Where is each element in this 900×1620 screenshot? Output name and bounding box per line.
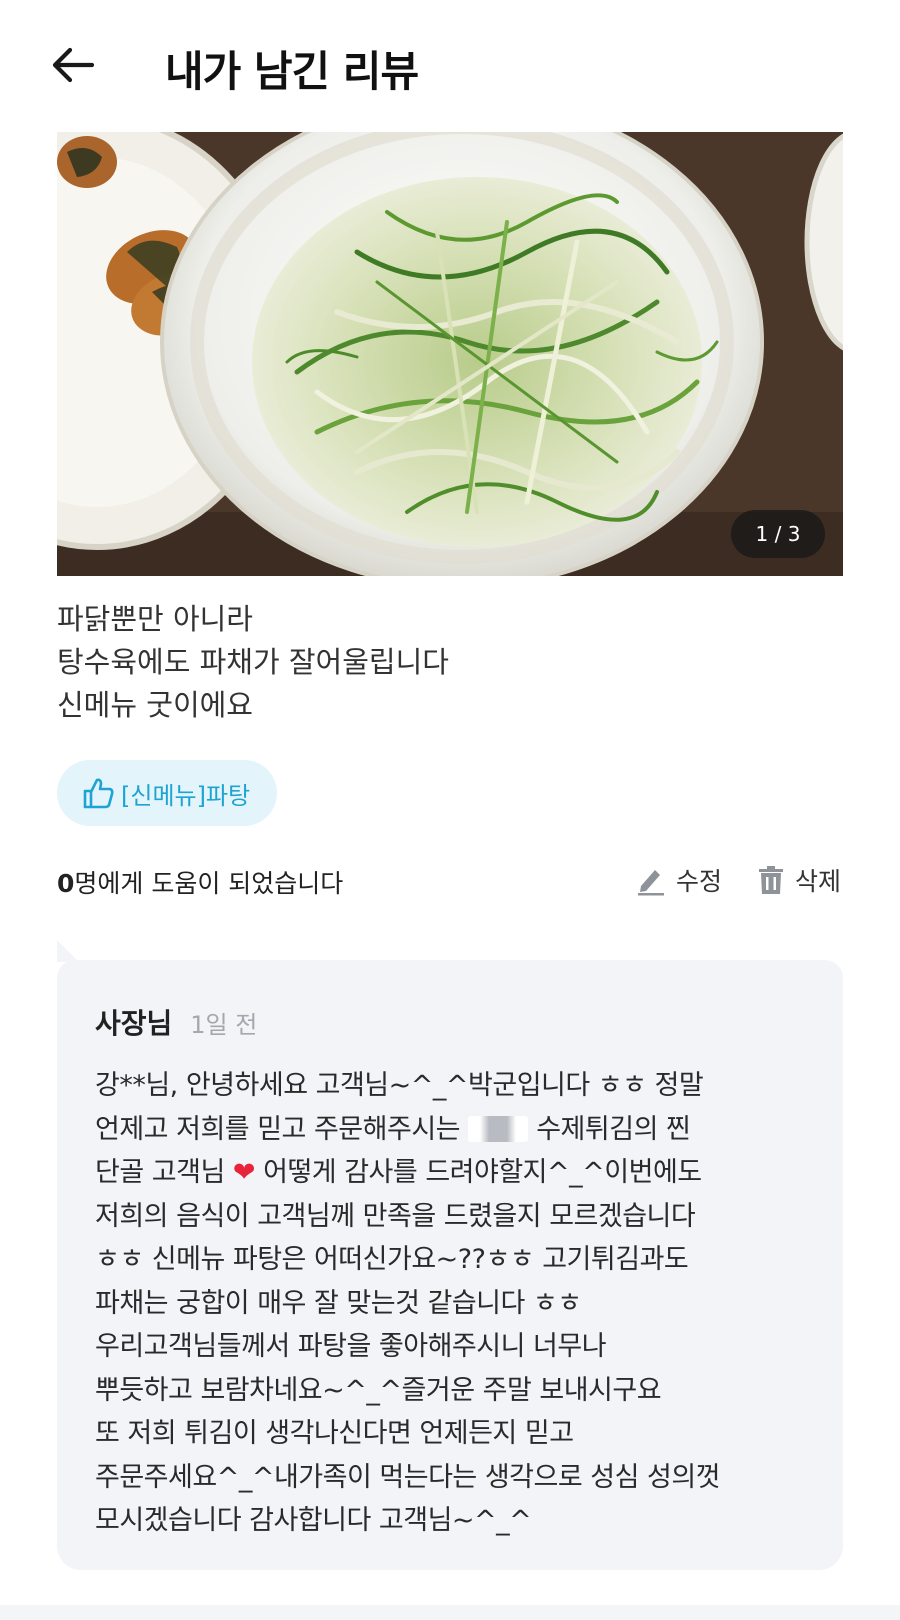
reply-line: 언제고 저희를 믿고 주문해주시는 수제튀김의 찐: [95, 1108, 807, 1152]
menu-chip-label: [신메뉴]파탕: [121, 781, 251, 810]
review-line: 파닭뿐만 아니라: [57, 602, 253, 636]
thumbs-up-icon: [83, 778, 114, 809]
review-photo[interactable]: 1 / 3: [57, 132, 843, 576]
reply-author: 사장님: [95, 1007, 173, 1040]
heart-icon: ❤: [232, 1157, 256, 1188]
reply-line: 주문주세요^_^내가족이 먹는다는 생각으로 성심 성의껏: [95, 1461, 721, 1493]
reply-line-part: 언제고 저희를 믿고 주문해주시는: [95, 1113, 461, 1145]
reply-header: 사장님 1일 전: [95, 1002, 807, 1042]
header: 내가 남긴 리뷰: [0, 0, 900, 130]
bottom-edge: [0, 1605, 900, 1620]
reply-bubble-tail: [57, 940, 79, 962]
reply-line-part: 어떻게 감사를 드려야할지^_^이번에도: [263, 1157, 702, 1188]
arrow-left-icon: [52, 47, 94, 83]
reply-line: 모시겠습니다 감사합니다 고객님~^_^: [95, 1505, 532, 1536]
reply-line: ㅎㅎ 신메뉴 파탕은 어떠신가요~??ㅎㅎ 고기튀김과도: [95, 1244, 689, 1275]
helpful-label: 명에게 도움이 되었습니다: [74, 869, 344, 898]
reply-line: 뿌듯하고 보람차네요~^_^즐거운 주말 보내시구요: [95, 1374, 662, 1406]
review-detail-screen: 내가 남긴 리뷰 1 / 3 파닭뿐만 아니라 탕수육에도 파채가 잘어울립니다…: [0, 0, 900, 1620]
food-photo-image: [57, 132, 843, 576]
menu-recommend-chip[interactable]: [신메뉴]파탕: [57, 760, 277, 826]
reply-line-part: 수제튀김의 찐: [536, 1113, 691, 1145]
review-text: 파닭뿐만 아니라 탕수육에도 파채가 잘어울립니다 신메뉴 굿이에요: [57, 598, 843, 727]
reply-line: 강**님, 안녕하세요 고객님~^_^박군입니다 ㅎㅎ 정말: [95, 1070, 704, 1101]
pencil-icon: [636, 864, 666, 896]
reply-line: 단골 고객님 ❤ 어떻게 감사를 드려야할지^_^이번에도: [95, 1151, 807, 1195]
reply-line: 파채는 궁합이 매우 잘 맞는것 같습니다 ㅎㅎ: [95, 1287, 582, 1319]
review-line: 탕수육에도 파채가 잘어울립니다: [57, 645, 449, 679]
helpful-count-text: 0명에게 도움이 되었습니다: [57, 864, 343, 900]
owner-reply: 사장님 1일 전 강**님, 안녕하세요 고객님~^_^박군입니다 ㅎㅎ 정말 …: [57, 960, 843, 1570]
reply-line: 우리고객님들께서 파탕을 좋아해주시니 너무나: [95, 1331, 607, 1362]
edit-label: 수정: [676, 867, 723, 896]
helpful-count: 0: [57, 869, 75, 898]
delete-button[interactable]: 삭제: [757, 862, 841, 898]
redacted-store-name: [468, 1115, 529, 1142]
reply-line: 저희의 음식이 고객님께 만족을 드렸을지 모르겠습니다: [95, 1200, 696, 1232]
review-line: 신메뉴 굿이에요: [57, 688, 253, 722]
back-button[interactable]: [50, 42, 96, 88]
trash-icon: [757, 865, 785, 895]
delete-label: 삭제: [795, 867, 842, 896]
page-title: 내가 남긴 리뷰: [165, 47, 419, 96]
photo-counter: 1 / 3: [731, 510, 825, 558]
edit-button[interactable]: 수정: [636, 862, 722, 898]
reply-time: 1일 전: [190, 1011, 258, 1039]
reply-line: 또 저희 튀김이 생각나신다면 언제든지 믿고: [95, 1418, 574, 1449]
reply-line-part: 단골 고객님: [95, 1157, 225, 1188]
